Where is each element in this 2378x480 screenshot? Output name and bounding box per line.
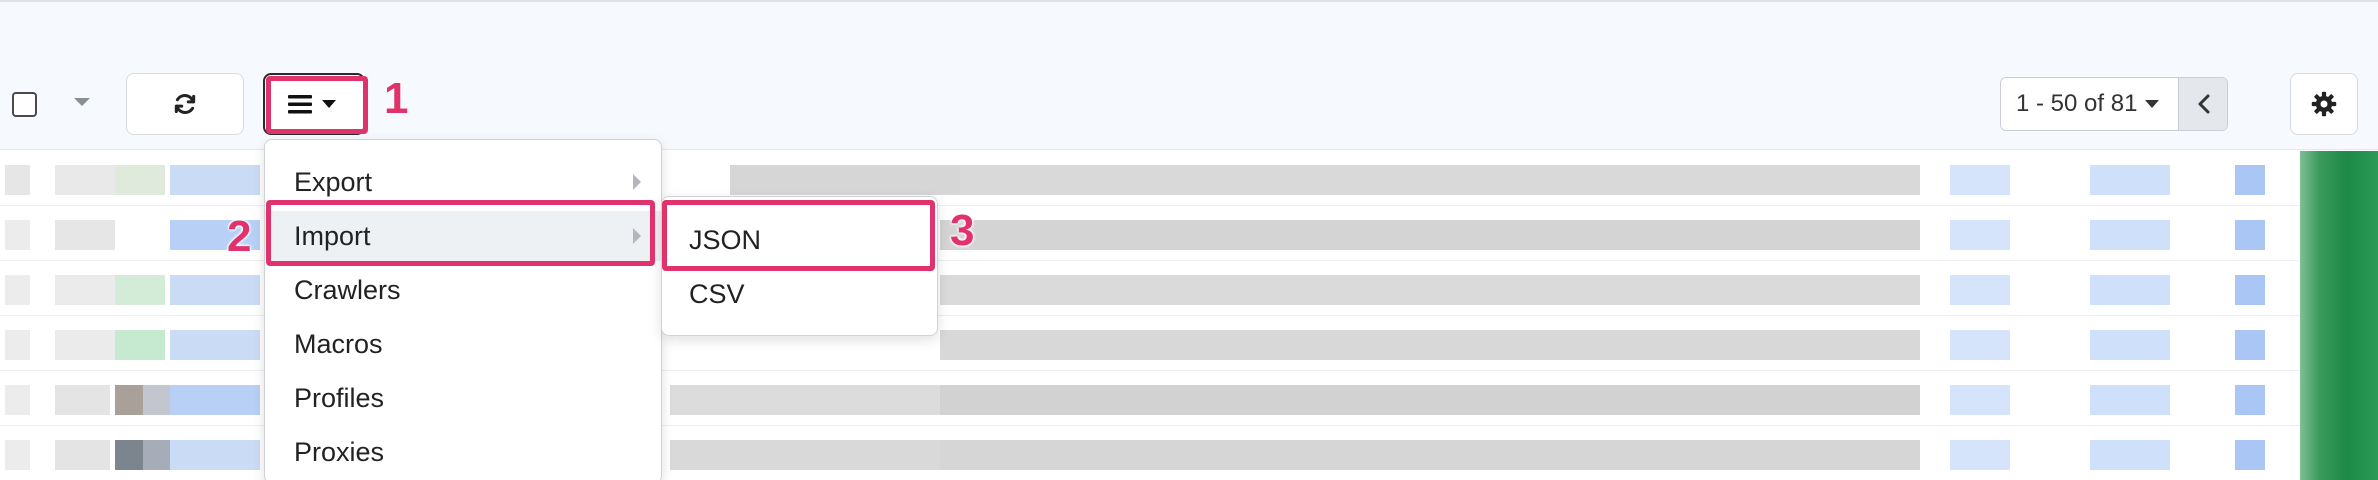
- gear-icon: [2311, 91, 2337, 117]
- status-column: [2300, 151, 2378, 480]
- pagination-range-label: 1 - 50 of 81: [2016, 90, 2138, 117]
- menu-item-macros[interactable]: Macros: [265, 319, 661, 369]
- annotation-number-2: 2: [227, 212, 252, 261]
- submenu-item-label: CSV: [689, 278, 745, 309]
- select-options-caret-icon[interactable]: [74, 98, 90, 106]
- select-all-checkbox[interactable]: [12, 92, 37, 117]
- chevron-left-icon: [2198, 94, 2209, 114]
- menu-item-label: Export: [294, 166, 373, 197]
- settings-button[interactable]: [2290, 73, 2358, 135]
- pagination: 1 - 50 of 81: [2000, 77, 2228, 131]
- menu-item-crawlers[interactable]: Crawlers: [265, 265, 661, 315]
- menu-item-proxies[interactable]: Proxies: [265, 427, 661, 477]
- annotation-box-1: [266, 76, 368, 134]
- annotation-number-3: 3: [950, 206, 975, 255]
- menu-item-label: Crawlers: [294, 274, 401, 305]
- submenu-item-csv[interactable]: CSV: [662, 269, 937, 319]
- pagination-range-dropdown[interactable]: 1 - 50 of 81: [2001, 78, 2179, 130]
- refresh-button[interactable]: [126, 73, 244, 135]
- annotation-number-1: 1: [384, 74, 409, 123]
- menu-item-label: Profiles: [294, 382, 385, 413]
- chevron-right-icon: [633, 174, 641, 190]
- refresh-icon: [174, 94, 196, 114]
- chevron-down-icon: [2145, 100, 2160, 108]
- menu-item-profiles[interactable]: Profiles: [265, 373, 661, 423]
- menu-item-label: Macros: [294, 328, 383, 359]
- annotation-box-3: [662, 200, 935, 271]
- actions-dropdown-menu: Export Import Crawlers Macros Profiles P…: [264, 139, 662, 480]
- annotation-box-2: [266, 200, 655, 266]
- previous-page-button[interactable]: [2179, 78, 2227, 130]
- menu-item-label: Proxies: [294, 436, 385, 467]
